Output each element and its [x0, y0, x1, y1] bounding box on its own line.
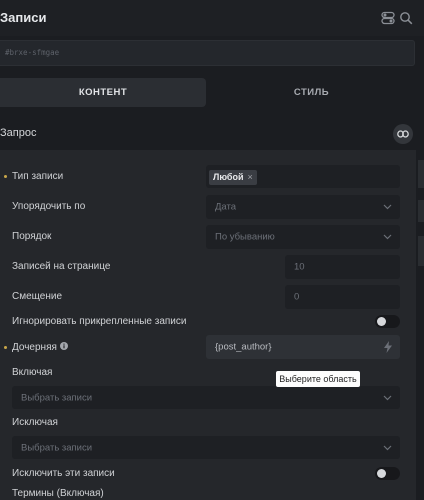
- include-label: Включая: [12, 367, 53, 378]
- element-id-text: #brxe-sfmgae: [5, 48, 60, 57]
- exclude-placeholder: Выбрать записи: [21, 442, 93, 453]
- child-of-label-text: Дочерняя: [12, 342, 57, 353]
- section-title[interactable]: Запрос: [0, 127, 36, 139]
- panel-header: Записи: [0, 0, 424, 36]
- toggle-icon[interactable]: [381, 11, 395, 25]
- edge-marker: [418, 236, 424, 266]
- post-type-tag[interactable]: Любой ×: [209, 170, 257, 185]
- ignore-sticky-toggle[interactable]: [375, 315, 400, 328]
- link-icon: [397, 130, 409, 138]
- order-value: По убыванию: [215, 231, 275, 243]
- per-page-input[interactable]: 10: [285, 255, 400, 279]
- edge-marker: [418, 200, 424, 222]
- edge-marker: [418, 160, 424, 188]
- exclude-select[interactable]: Выбрать записи: [12, 436, 400, 459]
- toggle-knob: [377, 317, 386, 326]
- bolt-icon[interactable]: [384, 341, 392, 353]
- order-label: Порядок: [12, 231, 52, 242]
- child-of-value: {post_author}: [215, 341, 272, 353]
- offset-label: Смещение: [12, 291, 63, 302]
- info-icon[interactable]: [60, 342, 68, 350]
- toggle-knob: [377, 469, 386, 478]
- chevron-down-icon: [383, 395, 392, 400]
- page-title: Записи: [0, 10, 47, 25]
- include-select[interactable]: Выбрать записи: [12, 386, 400, 409]
- close-icon[interactable]: ×: [247, 172, 252, 182]
- field-indicator-dot: [4, 346, 7, 349]
- post-type-tag-label: Любой: [213, 172, 244, 182]
- chevron-down-icon: [383, 445, 392, 450]
- child-of-input[interactable]: {post_author}: [206, 335, 400, 359]
- order-select[interactable]: По убыванию: [206, 225, 400, 249]
- child-of-label: Дочерняя: [12, 342, 57, 353]
- exclude-current-label: Исключить эти записи: [12, 468, 115, 479]
- field-indicator-dot: [4, 175, 7, 178]
- search-icon[interactable]: [399, 11, 413, 25]
- orderby-label: Упорядочить по: [12, 201, 86, 212]
- include-placeholder: Выбрать записи: [21, 392, 93, 403]
- tooltip: Выберите область: [276, 371, 360, 387]
- per-page-value: 10: [294, 261, 305, 273]
- terms-include-label: Термины (Включая): [12, 488, 104, 499]
- orderby-value: Дата: [215, 201, 237, 213]
- per-page-label: Записей на странице: [12, 261, 111, 272]
- exclude-label: Исключая: [12, 417, 58, 428]
- query-link-button[interactable]: [393, 124, 413, 144]
- ignore-sticky-label: Игнорировать прикрепленные записи: [12, 316, 187, 327]
- element-id-field[interactable]: #brxe-sfmgae: [0, 40, 415, 66]
- orderby-select[interactable]: Дата: [206, 195, 400, 219]
- offset-value: 0: [294, 291, 300, 303]
- offset-input[interactable]: 0: [285, 285, 400, 309]
- chevron-down-icon: [383, 204, 392, 210]
- tab-content[interactable]: КОНТЕНТ: [0, 78, 206, 107]
- exclude-current-toggle[interactable]: [375, 467, 400, 480]
- chevron-down-icon: [383, 234, 392, 240]
- post-type-label: Тип записи: [12, 171, 64, 182]
- tab-style[interactable]: СТИЛЬ: [208, 78, 415, 107]
